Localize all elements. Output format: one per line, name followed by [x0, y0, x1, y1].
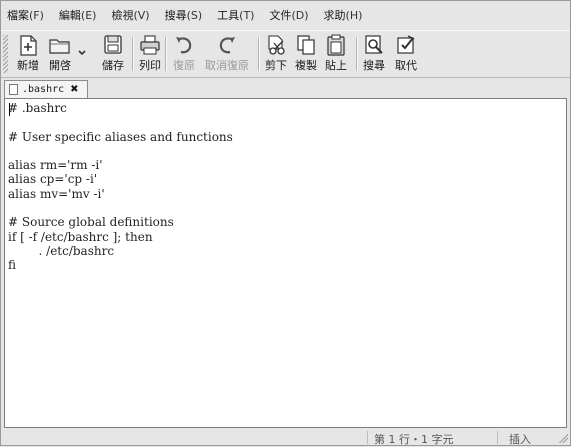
redo-icon	[219, 37, 235, 54]
editor-content[interactable]: # .bashrc # User specific aliases and fu…	[5, 99, 566, 273]
toolbar-grip[interactable]	[3, 35, 8, 73]
menu-edit[interactable]: 編輯(E)	[59, 7, 97, 23]
text-cursor	[9, 103, 10, 116]
redo-button[interactable]: 取消復原	[205, 33, 249, 75]
toolbar: 新增 開啓 儲存 列印 復原 取消復原 剪下 複製 貼上 搜尋 取代	[1, 30, 570, 78]
toolbar-separator	[165, 37, 167, 71]
copy-icon	[297, 35, 315, 55]
document-tabbar: .bashrc ✖	[1, 78, 570, 98]
cut-button[interactable]: 剪下	[263, 33, 289, 75]
cursor-position: 第 1 行・1 字元	[374, 433, 454, 446]
menu-file[interactable]: 檔案(F)	[7, 7, 44, 23]
close-icon[interactable]: ✖	[70, 84, 78, 95]
text-editor-area[interactable]: # .bashrc # User specific aliases and fu…	[4, 98, 567, 428]
menubar: 檔案(F) 編輯(E) 檢視(V) 搜尋(S) 工具(T) 文件(D) 求助(H…	[1, 1, 570, 29]
menu-help[interactable]: 求助(H)	[324, 7, 363, 23]
statusbar-divider	[367, 431, 368, 444]
undo-icon	[176, 37, 192, 54]
toolbar-separator	[258, 37, 260, 71]
menu-view[interactable]: 檢視(V)	[111, 7, 149, 23]
folder-icon	[49, 39, 70, 54]
replace-button[interactable]: 取代	[393, 33, 419, 75]
toolbar-separator	[132, 37, 134, 71]
printer-icon	[140, 35, 160, 55]
scissors-icon	[268, 35, 285, 55]
find-button[interactable]: 搜尋	[361, 33, 387, 75]
save-disk-icon	[104, 35, 122, 54]
menu-search[interactable]: 搜尋(S)	[165, 7, 203, 23]
tab-bashrc[interactable]: .bashrc ✖	[4, 80, 88, 98]
find-magnifier-icon	[365, 35, 383, 54]
menu-tools[interactable]: 工具(T)	[217, 7, 254, 23]
chevron-down-icon	[78, 50, 86, 56]
new-document-icon	[20, 35, 37, 56]
print-button[interactable]: 列印	[137, 33, 163, 75]
statusbar: 第 1 行・1 字元 插入	[1, 429, 570, 446]
open-button[interactable]: 開啓	[47, 33, 73, 75]
undo-button[interactable]: 復原	[171, 33, 197, 75]
editor-window: 檔案(F) 編輯(E) 檢視(V) 搜尋(S) 工具(T) 文件(D) 求助(H…	[0, 0, 571, 446]
paste-button[interactable]: 貼上	[323, 33, 349, 75]
save-button[interactable]: 儲存	[100, 33, 126, 75]
new-button[interactable]: 新增	[15, 33, 41, 75]
toolbar-separator	[356, 37, 358, 71]
replace-icon	[397, 35, 415, 54]
clipboard-icon	[327, 34, 345, 56]
tab-label: .bashrc	[22, 84, 65, 95]
menu-documents[interactable]: 文件(D)	[269, 7, 308, 23]
document-icon	[9, 84, 18, 95]
insert-mode: 插入	[509, 433, 531, 446]
resize-grip-icon[interactable]	[558, 433, 568, 443]
copy-button[interactable]: 複製	[293, 33, 319, 75]
statusbar-divider	[497, 431, 498, 444]
